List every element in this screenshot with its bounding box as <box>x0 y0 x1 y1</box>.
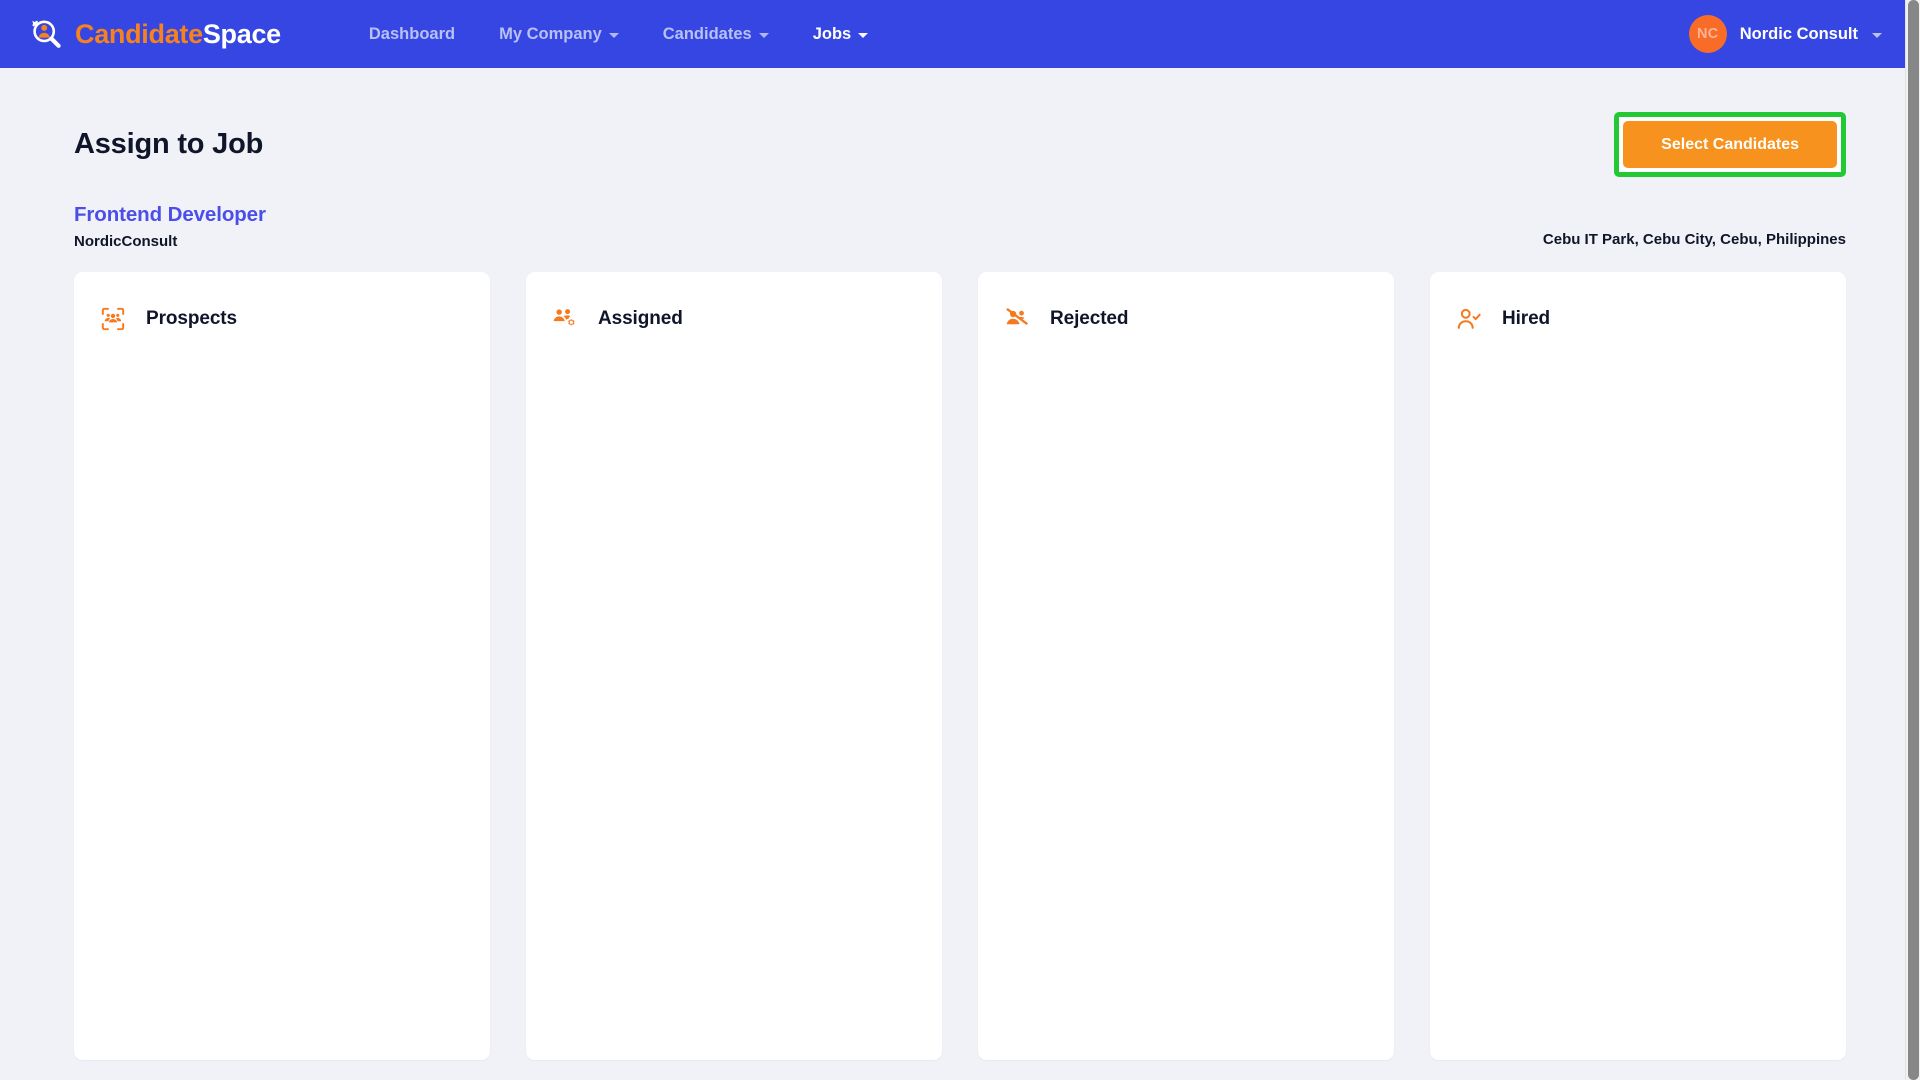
nav-item-dashboard[interactable]: Dashboard <box>347 17 477 52</box>
group-slash-icon <box>1006 308 1028 325</box>
brand-logo[interactable]: CandidateSpace <box>26 14 281 54</box>
nav-item-candidates[interactable]: Candidates <box>641 17 791 52</box>
nav-link-list: Dashboard My Company Candidates Jobs <box>347 17 890 52</box>
user-name-label: Nordic Consult <box>1739 24 1858 43</box>
nav-link-candidates[interactable]: Candidates <box>641 17 791 52</box>
column-title-hired: Hired <box>1502 308 1551 330</box>
column-title-assigned: Assigned <box>598 308 683 330</box>
nav-link-dashboard[interactable]: Dashboard <box>347 17 477 52</box>
brand-text-space: Space <box>202 18 281 49</box>
job-summary: Frontend Developer NordicConsult Cebu IT… <box>74 203 1846 250</box>
chevron-down-icon <box>858 32 869 38</box>
job-location: Cebu IT Park, Cebu City, Cebu, Philippin… <box>1542 231 1846 249</box>
user-check-icon <box>1457 309 1481 330</box>
chevron-down-icon <box>1872 32 1882 38</box>
column-title-rejected: Rejected <box>1050 308 1129 330</box>
brand-text: CandidateSpace <box>75 19 281 50</box>
chevron-down-icon <box>758 32 769 38</box>
select-candidates-button[interactable]: Select Candidates <box>1623 121 1837 169</box>
scan-group-icon <box>101 308 125 331</box>
page-scrollbar[interactable] <box>1905 0 1920 1080</box>
column-title-prospects: Prospects <box>146 308 237 330</box>
nav-link-jobs[interactable]: Jobs <box>791 17 891 52</box>
nav-label-my-company: My Company <box>499 24 602 43</box>
nav-label-jobs: Jobs <box>812 24 852 43</box>
page-title: Assign to Job <box>74 128 264 161</box>
nav-item-my-company[interactable]: My Company <box>477 17 641 52</box>
top-navbar: CandidateSpace Dashboard My Company Cand… <box>0 0 1920 68</box>
nav-label-dashboard: Dashboard <box>368 24 456 43</box>
avatar: NC <box>1688 15 1727 53</box>
board-column-assigned[interactable]: Assigned <box>526 272 942 1061</box>
column-header-hired: Hired <box>1456 306 1820 332</box>
candidate-search-logo-icon <box>32 20 61 48</box>
group-gear-icon <box>553 309 575 326</box>
column-header-assigned: Assigned <box>552 306 916 332</box>
column-header-prospects: Prospects <box>100 306 464 332</box>
page-scrollbar-thumb[interactable] <box>1908 0 1919 1080</box>
page-content: Assign to Job Select Candidates Frontend… <box>0 68 1920 1080</box>
nav-link-my-company[interactable]: My Company <box>477 17 641 52</box>
nav-label-candidates: Candidates <box>662 24 752 43</box>
brand-text-candidate: Candidate <box>75 18 203 49</box>
user-menu[interactable]: NC Nordic Consult <box>1688 15 1896 53</box>
job-summary-left: Frontend Developer NordicConsult <box>74 203 266 250</box>
job-title: Frontend Developer <box>74 203 266 227</box>
board-column-prospects[interactable]: Prospects <box>74 272 490 1061</box>
select-candidates-highlight: Select Candidates <box>1614 112 1846 178</box>
column-header-rejected: Rejected <box>1004 306 1368 332</box>
job-company: NordicConsult <box>74 233 178 251</box>
page-header-row: Assign to Job Select Candidates <box>74 68 1846 178</box>
board-column-rejected[interactable]: Rejected <box>978 272 1394 1061</box>
board-column-hired[interactable]: Hired <box>1430 272 1846 1061</box>
nav-item-jobs[interactable]: Jobs <box>791 17 891 52</box>
chevron-down-icon <box>608 32 619 38</box>
main-navigation: Dashboard My Company Candidates Jobs <box>329 17 890 52</box>
assign-board: Prospects Assigned Rejected Hired <box>74 272 1846 1061</box>
